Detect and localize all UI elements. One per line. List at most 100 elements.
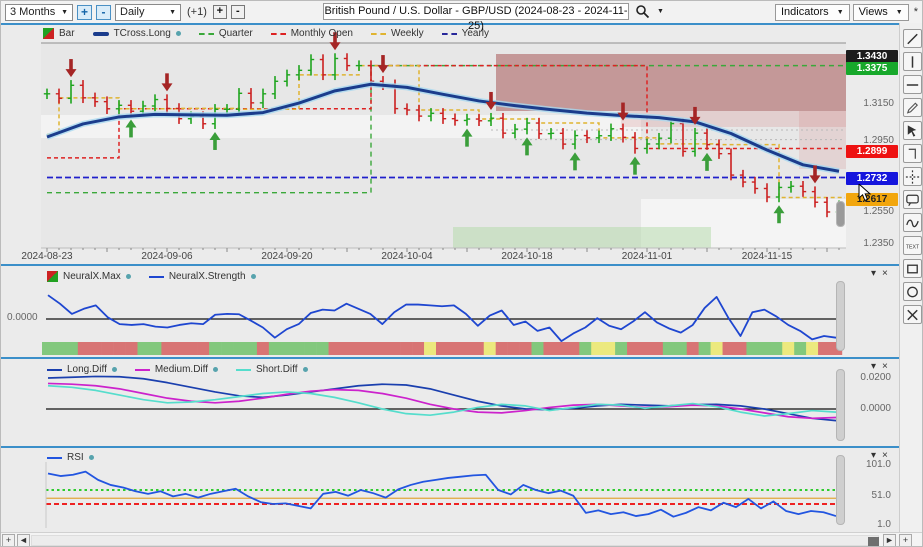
legend-swatch-icon	[271, 33, 286, 35]
info-dot-icon[interactable]	[303, 367, 308, 372]
zoom-in-button[interactable]: +	[77, 5, 92, 20]
scrollbar-thumb[interactable]	[868, 537, 879, 546]
period-select[interactable]: Daily ▼	[115, 4, 181, 21]
tool-text-button[interactable]: TEXT	[903, 236, 922, 255]
tool-trendline-button[interactable]	[903, 29, 922, 48]
svg-text:TEXT: TEXT	[905, 244, 919, 250]
time-range-select[interactable]: 3 Months ▼	[5, 4, 73, 21]
legend-swatch-icon	[43, 28, 54, 39]
close-panel-icon[interactable]: ×	[882, 361, 888, 372]
scrollbar-track[interactable]	[31, 535, 879, 546]
scroll-add-left-button[interactable]: +	[2, 534, 15, 547]
scroll-add-right-button[interactable]: +	[899, 534, 912, 547]
mouse-cursor	[858, 184, 874, 202]
wave-icon	[904, 214, 921, 232]
legend-item-neuralx-strength[interactable]: NeuralX.Strength	[149, 271, 256, 282]
toolbar-right-group: Indicators ▼ Views ▼ *	[775, 4, 920, 21]
date-tick-2024-10-04: 2024-10-04	[381, 251, 432, 262]
tool-callout-button[interactable]	[903, 190, 922, 209]
neuralx-legend: NeuralX.Max NeuralX.Strength	[47, 271, 256, 282]
legend-label: TCross.Long	[114, 28, 171, 39]
bar-offset-label: (+1)	[187, 6, 207, 18]
main-chart-canvas[interactable]	[1, 23, 899, 264]
legend-item-long-diff[interactable]: Long.Diff	[47, 364, 117, 375]
scroll-left-arrow[interactable]: ◄	[17, 534, 30, 547]
legend-label: Short.Diff	[256, 364, 298, 375]
tool-delete-button[interactable]	[903, 305, 922, 324]
legend-label: RSI	[67, 452, 84, 463]
main-chart-vertical-scrollbar[interactable]	[836, 201, 845, 227]
views-button[interactable]: Views ▼	[853, 4, 909, 21]
rsi-legend: RSI	[47, 452, 94, 463]
legend-item-short-diff[interactable]: Short.Diff	[236, 364, 308, 375]
legend-item-medium-diff[interactable]: Medium.Diff	[135, 364, 218, 375]
legend-item-bar[interactable]: Bar	[43, 28, 75, 39]
legend-swatch-icon	[47, 457, 62, 459]
info-dot-icon[interactable]	[213, 367, 218, 372]
neuralx-zero-label: 0.0000	[7, 312, 38, 323]
info-dot-icon[interactable]	[251, 274, 256, 279]
collapse-panel-icon[interactable]: ▾	[871, 361, 876, 372]
pencil-icon	[904, 99, 921, 117]
panel-separator	[1, 23, 923, 25]
legend-label: NeuralX.Max	[63, 271, 121, 282]
collapse-panel-icon[interactable]: ▾	[871, 268, 876, 279]
legend-item-quarter[interactable]: Quarter	[199, 28, 253, 39]
tool-wave-button[interactable]	[903, 213, 922, 232]
chevron-down-icon[interactable]: ▼	[657, 8, 664, 15]
info-dot-icon[interactable]	[176, 31, 181, 36]
price-label-1.2899: 1.2899	[846, 145, 898, 158]
legend-item-monthly-open[interactable]: Monthly Open	[271, 28, 353, 39]
period-value: Daily	[120, 6, 144, 18]
chevron-down-icon: ▼	[169, 9, 176, 16]
legend-item-rsi[interactable]: RSI	[47, 452, 94, 463]
legend-swatch-icon	[199, 33, 214, 35]
chevron-down-icon: ▼	[896, 9, 903, 16]
legend-swatch-icon	[236, 369, 251, 371]
symbol-search[interactable]: ▼	[635, 4, 664, 19]
time-range-value: 3 Months	[10, 6, 55, 18]
legend-swatch-icon	[47, 369, 62, 371]
modified-indicator: *	[914, 6, 918, 18]
top-toolbar: 3 Months ▼ + - Daily ▼ (+1) + - British …	[1, 1, 923, 23]
info-dot-icon[interactable]	[89, 455, 94, 460]
tool-ellipse-button[interactable]	[903, 282, 922, 301]
close-panel-icon[interactable]: ×	[882, 268, 888, 279]
rsi-canvas[interactable]	[1, 448, 899, 532]
vertical-line-icon	[904, 53, 921, 71]
tool-horizontal-line-button[interactable]	[903, 75, 922, 94]
legend-item-neuralx-max[interactable]: NeuralX.Max	[47, 271, 131, 282]
panel-separator	[1, 357, 923, 359]
bar-add-button[interactable]: +	[213, 5, 227, 19]
diff-vertical-scrollbar[interactable]	[836, 369, 845, 441]
diff-panel-buttons: ▾ ×	[871, 361, 888, 372]
tool-rectangle-button[interactable]	[903, 259, 922, 278]
info-dot-icon[interactable]	[126, 274, 131, 279]
bar-remove-button[interactable]: -	[231, 5, 245, 19]
tool-pointer-flag-button[interactable]	[903, 121, 922, 140]
rsi-vertical-scrollbar[interactable]	[836, 455, 845, 525]
legend-label: Quarter	[219, 28, 253, 39]
search-icon[interactable]	[635, 4, 650, 19]
close-panel-icon[interactable]: ×	[882, 450, 888, 461]
tool-vertical-line-button[interactable]	[903, 52, 922, 71]
date-tick-2024-11-01: 2024-11-01	[622, 251, 672, 262]
pointer-flag-icon	[904, 122, 921, 140]
legend-swatch-icon	[442, 33, 457, 35]
tool-crosshair-button[interactable]	[903, 167, 922, 186]
main-chart-legend: BarTCross.LongQuarterMonthly OpenWeeklyY…	[43, 28, 489, 39]
tool-pencil-button[interactable]	[903, 98, 922, 117]
legend-swatch-icon	[47, 271, 58, 282]
collapse-panel-icon[interactable]: ▾	[871, 450, 876, 461]
legend-label: Monthly Open	[291, 28, 353, 39]
indicators-button[interactable]: Indicators ▼	[775, 4, 850, 21]
legend-label: NeuralX.Strength	[169, 271, 246, 282]
info-dot-icon[interactable]	[112, 367, 117, 372]
drawing-tools-palette: TEXT	[899, 23, 923, 533]
scroll-right-arrow[interactable]: ►	[883, 534, 896, 547]
zoom-out-button[interactable]: -	[96, 5, 111, 20]
neuralx-vertical-scrollbar[interactable]	[836, 281, 845, 351]
legend-item-weekly[interactable]: Weekly	[371, 28, 424, 39]
tool-elbow-line-button[interactable]	[903, 144, 922, 163]
legend-item-tcross-long[interactable]: TCross.Long	[93, 28, 181, 39]
